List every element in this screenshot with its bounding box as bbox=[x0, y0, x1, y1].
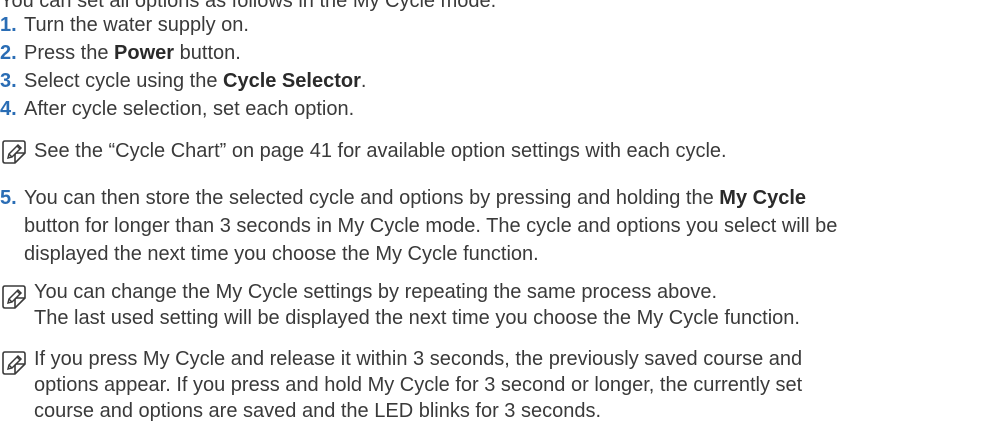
my-cycle-label: My Cycle bbox=[719, 187, 807, 209]
step-number: 3. bbox=[0, 70, 17, 92]
note-text: You can change the My Cycle settings by … bbox=[34, 281, 717, 303]
step-text: You can then store the selected cycle an… bbox=[24, 187, 807, 209]
intro-text: You can set all options as follows in th… bbox=[0, 0, 497, 12]
step-text: Press the Power button. bbox=[24, 42, 241, 64]
note-pencil-icon bbox=[1, 139, 27, 165]
step-text: Select cycle using the Cycle Selector. bbox=[24, 70, 367, 92]
note-text-line-2: options appear. If you press and hold My… bbox=[34, 374, 803, 396]
cycle-selector-label: Cycle Selector bbox=[223, 70, 361, 92]
note-pencil-icon bbox=[1, 350, 27, 376]
manual-page: You can set all options as follows in th… bbox=[0, 0, 1005, 431]
step-number: 2. bbox=[0, 42, 17, 64]
step-number: 5. bbox=[0, 187, 17, 209]
note-pencil-icon bbox=[1, 284, 27, 310]
note-text: If you press My Cycle and release it wit… bbox=[34, 348, 803, 370]
step-text: After cycle selection, set each option. bbox=[24, 98, 355, 120]
note-text-line-2: The last used setting will be displayed … bbox=[34, 307, 800, 329]
power-label: Power bbox=[114, 42, 175, 64]
step-number: 1. bbox=[0, 14, 17, 36]
step-text: Turn the water supply on. bbox=[24, 14, 249, 36]
note-text: See the “Cycle Chart” on page 41 for ava… bbox=[34, 140, 727, 162]
step-number: 4. bbox=[0, 98, 17, 120]
step-text-line-2: button for longer than 3 seconds in My C… bbox=[24, 215, 838, 237]
step-text-line-3: displayed the next time you choose the M… bbox=[24, 243, 539, 265]
note-text-line-3: course and options are saved and the LED… bbox=[34, 400, 602, 422]
